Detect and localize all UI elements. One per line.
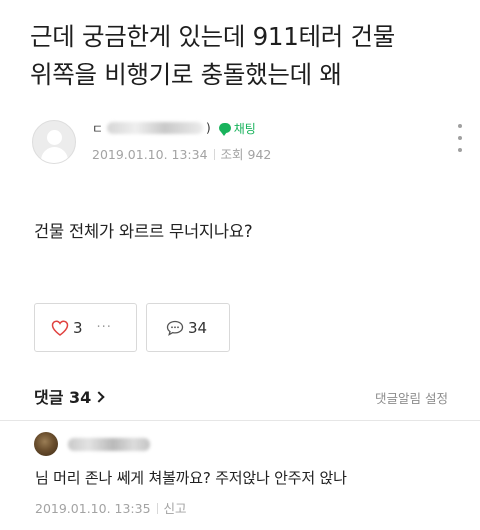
like-button[interactable]: 3 ··· [34,303,137,352]
author-row: ㄷ ) 채팅 2019.01.10. 13:34 조회 942 [32,118,462,168]
comment-text: 님 머리 존나 쎄게 쳐볼까요? 주저앉나 안주저 앉나 [35,469,347,487]
divider [0,420,480,421]
author-name-prefix[interactable]: ㄷ [92,120,103,137]
author-name-line: ㄷ ) 채팅 [92,119,256,137]
author-name-suffix: ) [206,121,211,135]
post-title-line-1: 근데 궁금한게 있는데 911테러 건물 [30,22,395,51]
commenter-name-redacted[interactable] [68,438,150,451]
comment-meta: 2019.01.10. 13:35 신고 [35,498,187,517]
post-date: 2019.01.10. 13:34 [92,147,208,162]
post-actions: 3 ··· 34 [34,303,230,352]
like-count: 3 [73,318,83,337]
author-name-redacted[interactable] [107,122,204,134]
post-title-line-2: 위쪽을 비행기로 충돌했는데 왜 [30,60,342,89]
heart-icon [51,319,69,336]
post-meta: 2019.01.10. 13:34 조회 942 [92,144,271,163]
post-views: 조회 942 [220,147,272,162]
post-title: 근데 궁금한게 있는데 911테러 건물 위쪽을 비행기로 충돌했는데 왜 [30,18,460,94]
post-content: 건물 전체가 와르르 무너지나요? [34,222,253,241]
person-icon [47,130,62,145]
comments-title: 댓글 34 [34,388,92,407]
comments-header: 댓글 34 댓글알림 설정 [34,384,448,408]
meta-divider [213,149,215,160]
comments-title-link[interactable]: 댓글 34 [34,384,105,408]
comment-icon [166,320,184,336]
comment-count: 34 [188,318,208,337]
commenter-avatar[interactable] [34,432,58,456]
report-button[interactable]: 신고 [164,501,187,516]
comment-button[interactable]: 34 [146,303,230,352]
chat-button[interactable]: 채팅 [234,120,256,137]
chevron-right-icon [93,391,105,403]
author-avatar[interactable] [32,120,76,164]
meta-divider [156,503,158,514]
likes-more-dots[interactable]: ··· [97,320,112,335]
comment-notification-setting[interactable]: 댓글알림 설정 [375,388,448,407]
comment-date: 2019.01.10. 13:35 [35,501,151,516]
chat-icon[interactable] [218,123,231,136]
more-vertical-icon[interactable] [455,124,465,152]
